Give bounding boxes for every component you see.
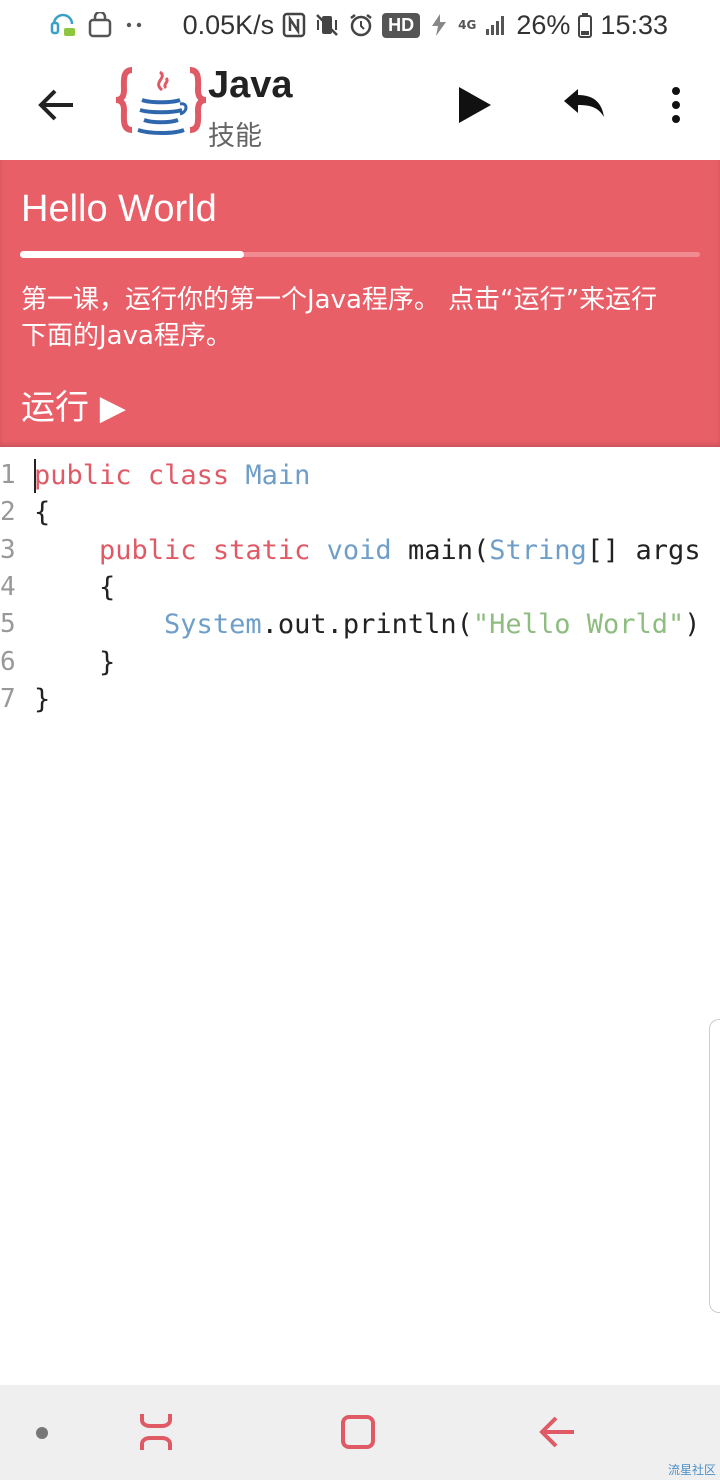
keyword-token: class bbox=[147, 460, 230, 491]
java-logo bbox=[114, 64, 208, 144]
line-number: 2 bbox=[0, 497, 16, 528]
plain-token: ) bbox=[684, 609, 701, 641]
app-bar: Java 技能 bbox=[0, 50, 720, 160]
run-button[interactable] bbox=[448, 78, 502, 132]
clock: 15:33 bbox=[600, 9, 668, 40]
home-icon bbox=[341, 1415, 375, 1449]
line-number: 7 bbox=[0, 683, 16, 714]
code-text: public static void main(String[] args bbox=[34, 532, 701, 569]
type-token: String bbox=[489, 534, 587, 566]
play-icon bbox=[459, 87, 491, 123]
data-saver-icon bbox=[428, 12, 450, 38]
lesson-progress-fill bbox=[20, 251, 245, 258]
line-number: 6 bbox=[0, 646, 16, 677]
app-title: Java bbox=[208, 64, 293, 106]
code-text: } bbox=[34, 681, 50, 718]
plain-token: [] args bbox=[586, 534, 701, 566]
undo-button[interactable] bbox=[556, 78, 612, 132]
type-token: System bbox=[164, 609, 262, 641]
code-text: { bbox=[34, 494, 50, 531]
back-nav-button[interactable] bbox=[530, 1407, 586, 1457]
undo-icon bbox=[564, 89, 604, 117]
code-text: { bbox=[34, 569, 115, 606]
back-arrow-icon bbox=[539, 1416, 574, 1448]
code-text: } bbox=[34, 644, 115, 681]
lesson-description: 第一课，运行你的第一个Java程序。 点击“运行”来运行下面的Java程序。 bbox=[21, 285, 658, 351]
battery-percent: 26% bbox=[516, 9, 571, 40]
nfc-icon bbox=[282, 12, 306, 38]
lesson-title: Hello World bbox=[21, 188, 217, 230]
more-options-button[interactable] bbox=[656, 78, 696, 132]
arrow-left-icon bbox=[38, 89, 73, 121]
run-link[interactable]: 运行 ▶ bbox=[21, 380, 126, 429]
net-speed: 0.05K/s bbox=[182, 9, 275, 40]
system-nav-bar: 流星社区 bbox=[0, 1385, 720, 1480]
type-token: void bbox=[326, 534, 392, 566]
editor-scroll-handle[interactable] bbox=[709, 1019, 720, 1313]
keyword-token: public bbox=[99, 534, 197, 566]
app-subtitle: 技能 bbox=[208, 121, 262, 152]
string-token: "Hello World" bbox=[472, 609, 685, 641]
keyword-token: public bbox=[34, 460, 132, 491]
line-number: 5 bbox=[0, 609, 16, 640]
nav-indicator-dot bbox=[36, 1427, 48, 1439]
battery-icon bbox=[578, 12, 593, 38]
headset-notification-icon bbox=[50, 10, 76, 40]
hd-badge: HD bbox=[382, 12, 421, 38]
lesson-progress-bar bbox=[20, 251, 700, 258]
keyword-token: static bbox=[212, 534, 311, 566]
type-token: Main bbox=[245, 460, 311, 491]
line-number: 3 bbox=[0, 534, 16, 565]
recents-button[interactable] bbox=[128, 1407, 184, 1457]
signal-icon bbox=[484, 13, 508, 37]
code-text: System.out.println("Hello World") bbox=[34, 606, 701, 643]
code-text: public class Main bbox=[34, 457, 310, 494]
more-notifications-icon bbox=[124, 20, 144, 30]
code-editor[interactable]: 1 public class Main 2 {3 public static void… bbox=[0, 447, 720, 1385]
home-button[interactable] bbox=[330, 1407, 386, 1457]
watermark: 流星社区 bbox=[667, 1463, 716, 1477]
lesson-panel: Hello World 第一课，运行你的第一个Java程序。 点击“运行”来运行… bbox=[0, 160, 720, 447]
status-bar: 0.05K/s HD 4G 26% 15:33 bbox=[0, 0, 720, 50]
plain-token: main( bbox=[391, 534, 490, 566]
plain-token: { bbox=[99, 571, 116, 603]
network-type-label: 4G bbox=[458, 18, 477, 32]
plain-token: } bbox=[99, 646, 116, 678]
line-number: 1 bbox=[0, 460, 16, 490]
shopping-bag-icon bbox=[88, 12, 112, 38]
back-button[interactable] bbox=[30, 78, 84, 132]
network-type-icon: 4G bbox=[458, 19, 476, 31]
more-vert-icon bbox=[672, 87, 680, 123]
plain-token: } bbox=[34, 683, 51, 715]
plain-token: { bbox=[34, 497, 51, 529]
recents-icon bbox=[140, 1414, 172, 1450]
vibrate-mute-icon bbox=[314, 12, 340, 38]
line-number: 4 bbox=[0, 571, 16, 602]
plain-token: .out.println( bbox=[261, 609, 473, 641]
alarm-icon bbox=[348, 12, 374, 38]
